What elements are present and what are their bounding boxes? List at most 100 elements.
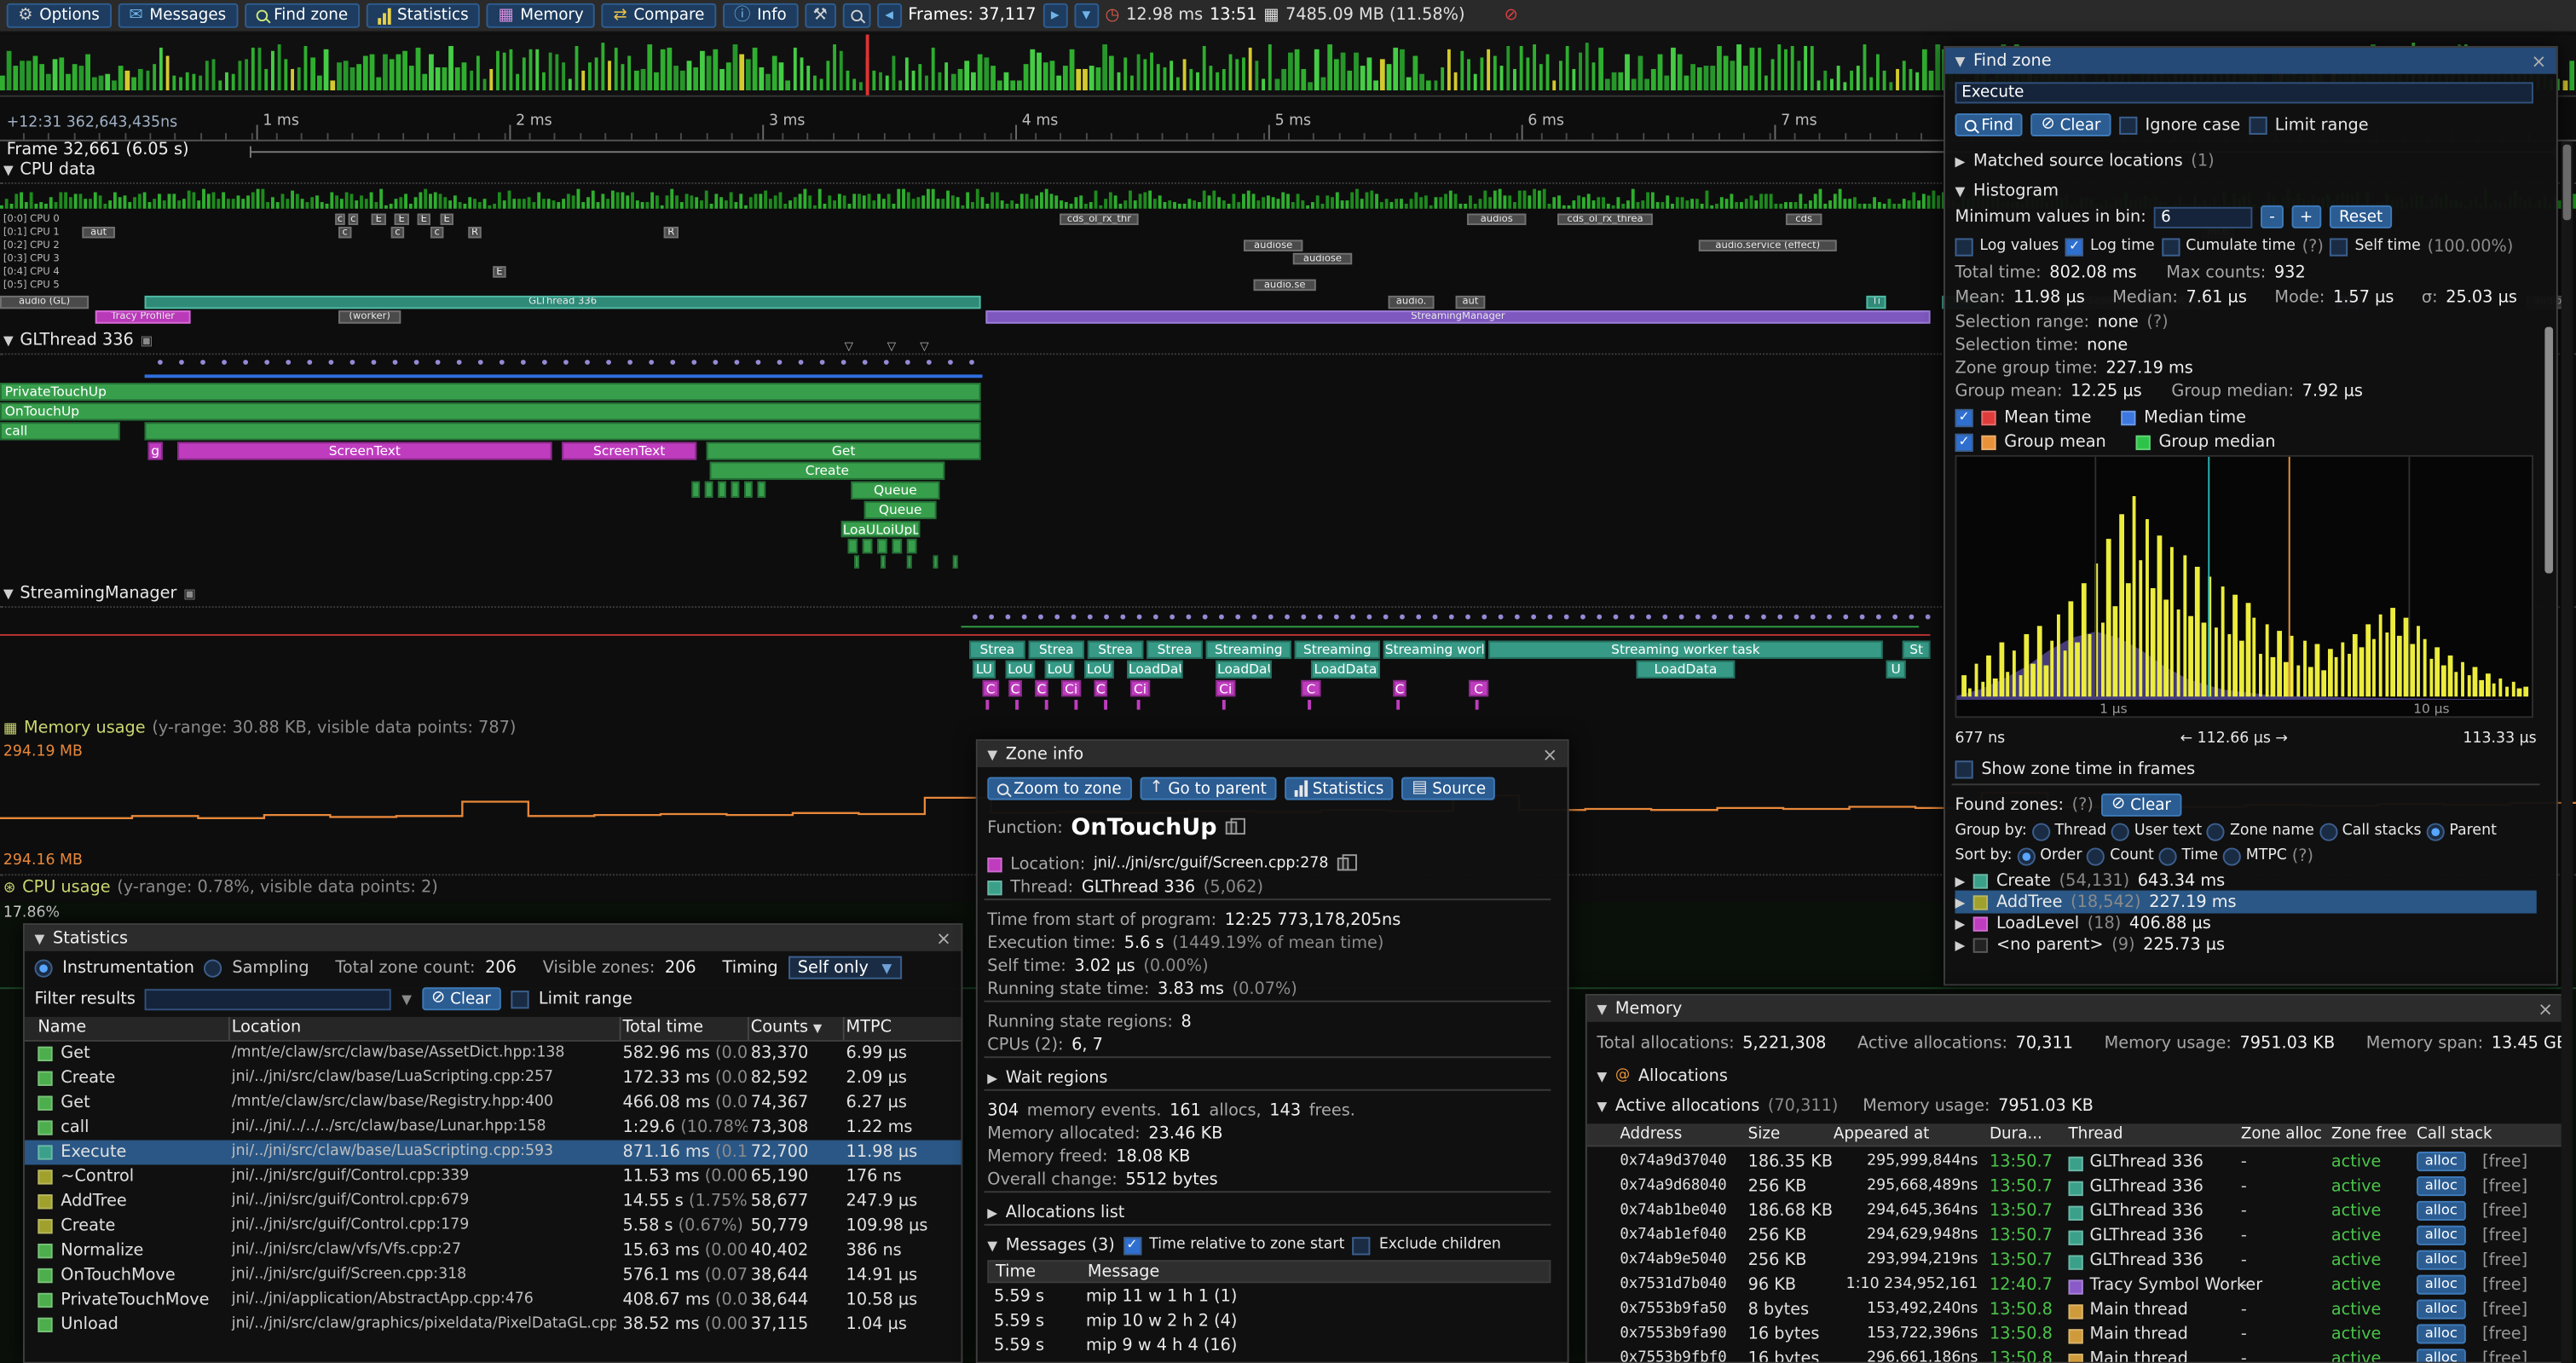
message-dot[interactable]	[1794, 615, 1799, 620]
limit-range-checkbox[interactable]	[2249, 116, 2267, 134]
cpu-zone[interactable]: E	[441, 214, 453, 225]
cpu-usage-section-header[interactable]: ⊛ CPU usage (y-range: 0.78%, visible dat…	[3, 879, 438, 897]
alloc-callstack-button[interactable]: alloc	[2417, 1250, 2465, 1270]
statistics-row[interactable]: PrivateTouchMovejni/../jni/application/A…	[25, 1288, 962, 1313]
time-relative-checkbox[interactable]: ✓	[1123, 1236, 1141, 1254]
message-dot[interactable]	[863, 360, 868, 365]
statistics-row[interactable]: Unloadjni/../jni/src/claw/graphics/pixel…	[25, 1313, 962, 1337]
timeline-zone[interactable]: Streaming	[1295, 641, 1380, 659]
message-dot[interactable]	[243, 360, 248, 365]
message-dot[interactable]	[884, 360, 889, 365]
timeline-zone[interactable]: C	[1469, 680, 1488, 696]
message-dot[interactable]	[820, 360, 825, 365]
column-header[interactable]: Location	[232, 1019, 302, 1037]
collapse-icon[interactable]: ▼	[1955, 54, 1965, 68]
message-dot[interactable]	[264, 360, 269, 365]
timeline-zone[interactable]	[907, 539, 917, 553]
frame-select-button[interactable]: ▾	[1074, 3, 1099, 28]
timeline-zone[interactable]	[933, 555, 939, 568]
zone-info-titlebar[interactable]: ▼ Zone info ×	[978, 741, 1568, 767]
message-dot[interactable]	[1301, 615, 1306, 620]
message-dot[interactable]	[1712, 615, 1717, 620]
message-dot[interactable]	[585, 360, 590, 365]
statistics-row[interactable]: Get/mnt/e/claw/src/claw/base/AssetDict.h…	[25, 1042, 962, 1066]
toolbar-button-memory[interactable]: ▦Memory	[487, 3, 595, 28]
statistics-row[interactable]: Createjni/../jni/src/guif/Control.cpp:17…	[25, 1214, 962, 1239]
cpu-zone[interactable]: E	[418, 214, 430, 225]
message-dot[interactable]	[542, 360, 547, 365]
allocation-row[interactable]: 0x74ab1ef040256 KB294,629,948ns13:50.7GL…	[1587, 1224, 2563, 1249]
memory-titlebar[interactable]: ▼ Memory ×	[1587, 996, 2563, 1022]
timeline-zone[interactable]	[718, 482, 726, 498]
timeline-zone[interactable]: Create	[710, 462, 945, 480]
message-dot[interactable]	[1761, 615, 1766, 620]
timeline-zone[interactable]: C	[983, 680, 999, 696]
message-dot[interactable]	[1285, 615, 1290, 620]
column-header[interactable]: MTPC	[846, 1019, 892, 1037]
instrumentation-radio[interactable]	[34, 959, 52, 977]
timeline-zone[interactable]	[877, 539, 887, 553]
cpu-zone[interactable]: R	[664, 227, 679, 238]
timeline-zone[interactable]: ScreenText	[177, 442, 552, 459]
timeline-zone[interactable]: C	[1095, 680, 1107, 696]
sort-by-radio[interactable]	[2017, 847, 2035, 865]
timeline-zone[interactable]: LoU	[1084, 661, 1114, 679]
cpu-thread-zone[interactable]: audio (GL)	[0, 296, 89, 309]
collapse-icon[interactable]: ▼	[3, 163, 14, 177]
message-dot[interactable]	[756, 360, 761, 365]
statistics-row[interactable]: Executejni/../jni/src/claw/base/LuaScrip…	[25, 1141, 962, 1165]
message-dot[interactable]	[1203, 615, 1208, 620]
cpu-zone[interactable]: R	[468, 227, 481, 238]
message-dot[interactable]	[1531, 615, 1536, 620]
message-dot[interactable]	[1334, 615, 1339, 620]
group-by-radio[interactable]	[2426, 823, 2444, 840]
cpu-thread-zone[interactable]: Ti	[1866, 296, 1886, 309]
cpu-zone[interactable]: aut	[82, 227, 115, 238]
collapse-icon[interactable]: ▼	[987, 747, 997, 761]
cpu-zone[interactable]: c	[430, 227, 443, 238]
allocation-row[interactable]: 0x7553b9fa9016 bytes153,722,396ns13:50.8…	[1587, 1322, 2563, 1347]
message-dot[interactable]	[1860, 615, 1865, 620]
timeline-zone[interactable]: LoaULoiUpLoUp	[841, 521, 921, 537]
message-dot[interactable]	[1926, 615, 1931, 620]
timeline-zone[interactable]: Ci	[1061, 680, 1081, 696]
cpu-zone[interactable]: audios	[1467, 214, 1526, 225]
timeline-zone[interactable]	[691, 482, 700, 498]
timeline-zone[interactable]: ScreenText	[562, 442, 696, 459]
message-dot[interactable]	[1499, 615, 1504, 620]
cpu-zone[interactable]: c	[391, 227, 404, 238]
message-dot[interactable]	[905, 360, 910, 365]
message-dot[interactable]	[1630, 615, 1635, 620]
zone-histogram[interactable]: 1 µs10 µs	[1955, 455, 2533, 718]
alloc-callstack-button[interactable]: alloc	[2417, 1226, 2465, 1245]
alloc-callstack-button[interactable]: alloc	[2417, 1201, 2465, 1221]
message-dot[interactable]	[1465, 615, 1470, 620]
copy-icon[interactable]	[1337, 858, 1348, 870]
message-dot[interactable]	[713, 360, 718, 365]
message-dot[interactable]	[393, 360, 398, 365]
statistics-row[interactable]: Createjni/../jni/src/claw/base/LuaScript…	[25, 1066, 962, 1091]
cpu-thread-zone[interactable]: StreamingManager	[985, 310, 1930, 323]
close-icon[interactable]: ×	[936, 927, 951, 949]
message-dot[interactable]	[1580, 615, 1585, 620]
statistics-row[interactable]: ~Controljni/../jni/src/guif/Control.cpp:…	[25, 1164, 962, 1189]
timeline-zone[interactable]	[863, 539, 873, 553]
timeline-zone[interactable]: C	[1301, 680, 1320, 696]
column-header[interactable]: Name	[38, 1019, 86, 1037]
cpu-zone[interactable]: E	[372, 214, 386, 225]
message-dot[interactable]	[1646, 615, 1651, 620]
legend-checkbox[interactable]: ✓	[1955, 408, 1972, 426]
statistics-row[interactable]: Normalizejni/../jni/src/claw/vfs/Vfs.cpp…	[25, 1239, 962, 1263]
timeline-zone[interactable]: g	[147, 442, 162, 459]
cpu-thread-zone[interactable]: Tracy Profiler	[95, 310, 191, 323]
timeline-zone[interactable]: LU	[973, 661, 996, 679]
statistics-titlebar[interactable]: ▼ Statistics ×	[25, 925, 962, 951]
message-dot[interactable]	[1318, 615, 1323, 620]
timing-combo[interactable]: Self only▼	[788, 956, 902, 979]
cpu-data-section-header[interactable]: ▼ CPU data	[3, 161, 95, 179]
message-dot[interactable]	[1235, 615, 1240, 620]
memory-usage-section-header[interactable]: ▦ Memory usage (y-range: 30.88 KB, visib…	[3, 719, 517, 737]
expand-icon[interactable]: ▶	[987, 1071, 997, 1085]
message-dot[interactable]	[158, 360, 163, 365]
main-scrollbar[interactable]	[2562, 141, 2573, 1363]
